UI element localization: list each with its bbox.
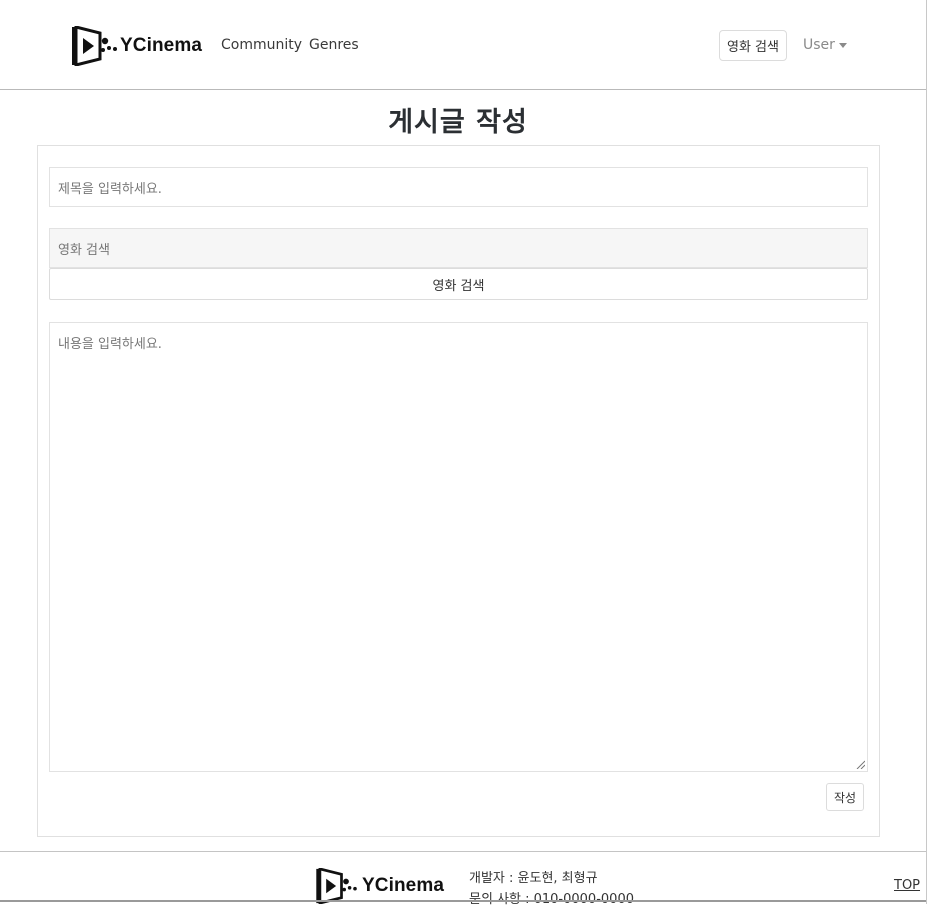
title-input[interactable]: 제목을 입력하세요.: [49, 167, 868, 207]
ycinema-logo-icon: [316, 868, 357, 904]
title-input-placeholder: 제목을 입력하세요.: [58, 181, 162, 197]
movie-search-input[interactable]: 영화 검색: [49, 228, 868, 268]
movie-search-button[interactable]: 영화 검색: [719, 30, 787, 61]
footer-brand-logo: YCinema: [314, 868, 444, 904]
content-textarea-placeholder: 내용을 입력하세요.: [58, 337, 162, 352]
window-edge: [926, 0, 927, 904]
top-navbar: YCinema Community Genres 영화 검색 User: [0, 0, 926, 90]
brand-logo[interactable]: YCinema: [72, 26, 202, 66]
ycinema-logo-icon: [72, 26, 117, 66]
submit-button[interactable]: 작성: [826, 783, 864, 811]
footer-divider: [0, 851, 926, 852]
movie-search-submit-button[interactable]: 영화 검색: [49, 268, 868, 300]
footer-brand-name: YCinema: [362, 875, 445, 896]
caret-down-icon: [838, 43, 847, 48]
page-title: 게시글 작성: [388, 107, 528, 138]
scroll-top-link[interactable]: TOP: [894, 878, 920, 893]
nav-link-genres[interactable]: Genres: [309, 37, 359, 53]
content-textarea[interactable]: 내용을 입력하세요.: [49, 322, 868, 772]
viewport-bottom-edge: [0, 900, 926, 902]
movie-search-input-placeholder: 영화 검색: [58, 242, 110, 258]
user-dropdown[interactable]: User: [803, 37, 847, 53]
user-dropdown-label: User: [803, 37, 835, 53]
nav-link-community[interactable]: Community: [221, 37, 302, 53]
resize-handle-icon[interactable]: [856, 760, 865, 769]
brand-name: YCinema: [120, 35, 203, 56]
footer-developers: 개발자 : 윤도현, 최형규: [469, 871, 598, 886]
